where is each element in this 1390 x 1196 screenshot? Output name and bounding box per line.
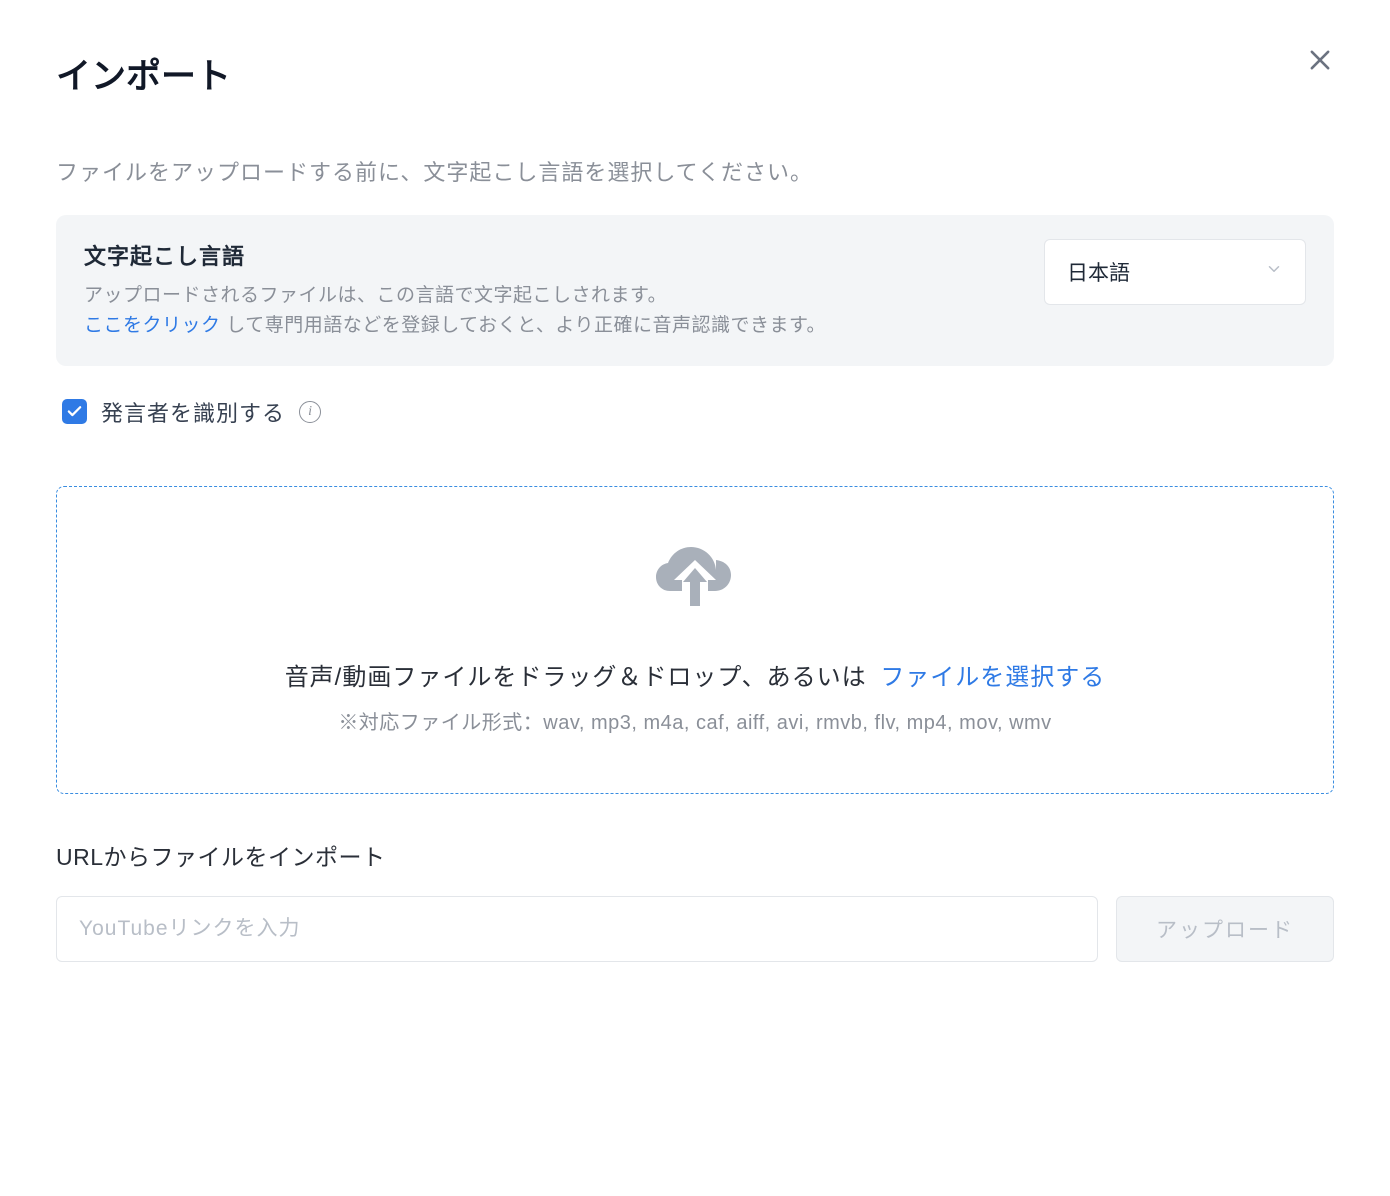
import-modal: インポート ファイルをアップロードする前に、文字起こし言語を選択してください。 … xyxy=(0,0,1390,1196)
language-description-block: 文字起こし言語 アップロードされるファイルは、この言語で文字起こしされます。 こ… xyxy=(84,239,1012,342)
modal-subtitle: ファイルをアップロードする前に、文字起こし言語を選択してください。 xyxy=(56,155,1334,187)
language-desc-line1: アップロードされるファイルは、この言語で文字起こしされます。 xyxy=(84,285,667,306)
youtube-url-input[interactable] xyxy=(56,896,1098,962)
close-icon xyxy=(1306,46,1334,74)
file-select-link[interactable]: ファイルを選択する xyxy=(880,664,1105,691)
speaker-identification-label: 発言者を識別する xyxy=(101,396,285,428)
chevron-down-icon xyxy=(1265,260,1283,284)
speaker-identification-row: 発言者を識別する i xyxy=(56,396,1334,428)
cloud-upload-icon xyxy=(656,544,734,615)
language-heading: 文字起こし言語 xyxy=(84,239,1012,271)
check-icon xyxy=(66,403,83,420)
dropzone-main-text: 音声/動画ファイルをドラッグ＆ドロップ、あるいは xyxy=(285,664,875,691)
language-select[interactable]: 日本語 xyxy=(1044,239,1306,305)
transcription-language-card: 文字起こし言語 アップロードされるファイルは、この言語で文字起こしされます。 こ… xyxy=(56,215,1334,366)
info-icon[interactable]: i xyxy=(299,401,321,423)
upload-button[interactable]: アップロード xyxy=(1116,896,1334,962)
url-import-row: アップロード xyxy=(56,896,1334,962)
language-select-value: 日本語 xyxy=(1067,257,1130,287)
dropzone-text: 音声/動画ファイルをドラッグ＆ドロップ、あるいは ファイルを選択する xyxy=(285,657,1106,692)
url-import-label: URLからファイルをインポート xyxy=(56,838,1334,872)
language-description: アップロードされるファイルは、この言語で文字起こしされます。 ここをクリック し… xyxy=(84,281,1012,342)
language-desc-line2: して専門用語などを登録しておくと、より正確に音声認識できます。 xyxy=(221,315,827,336)
modal-title: インポート xyxy=(56,48,1334,99)
supported-formats: ※対応ファイル形式：wav, mp3, m4a, caf, aiff, avi,… xyxy=(338,706,1051,735)
file-dropzone[interactable]: 音声/動画ファイルをドラッグ＆ドロップ、あるいは ファイルを選択する ※対応ファ… xyxy=(56,486,1334,794)
register-terms-link[interactable]: ここをクリック xyxy=(84,315,221,336)
speaker-identification-checkbox[interactable] xyxy=(62,399,87,424)
close-button[interactable] xyxy=(1302,42,1338,78)
